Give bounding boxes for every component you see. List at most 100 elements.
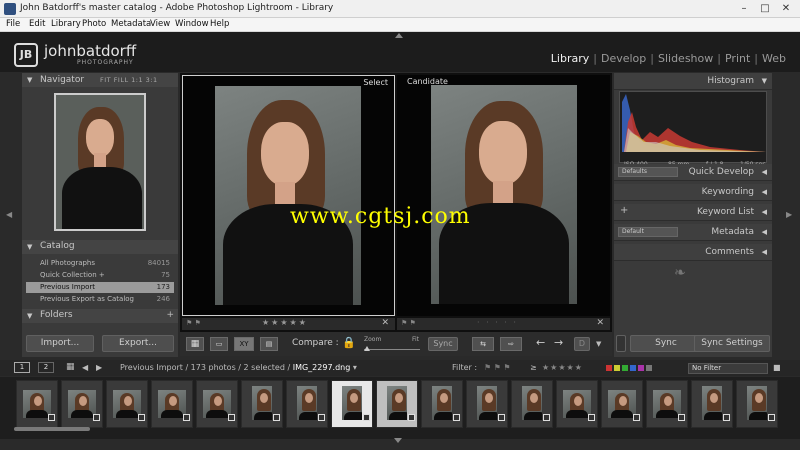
auto-sync-switch[interactable] bbox=[616, 335, 626, 352]
remove-candidate-icon[interactable]: ✕ bbox=[596, 318, 604, 328]
catalog-item[interactable]: Quick Collection + 75 bbox=[26, 270, 174, 281]
sync-zoom-button[interactable]: Sync bbox=[428, 337, 458, 351]
navigator-zoom-options[interactable]: FIT FILL 1:1 3:1 bbox=[100, 76, 158, 84]
filmstrip-thumbnail[interactable] bbox=[421, 380, 463, 428]
toolbar-menu-chevron-icon[interactable]: ▼ bbox=[596, 340, 601, 348]
color-label-filters[interactable] bbox=[606, 364, 652, 373]
compare-view-icon[interactable]: XY bbox=[234, 337, 254, 351]
lock-icon[interactable]: 🔒 bbox=[342, 336, 356, 349]
filmstrip-thumbnail[interactable] bbox=[736, 380, 778, 428]
filter-switch-icon[interactable]: ■ bbox=[773, 363, 781, 372]
sync-settings-button[interactable]: Sync Settings bbox=[694, 335, 770, 352]
comments-header[interactable]: Comments ◀ bbox=[614, 244, 772, 261]
close-window-button[interactable]: ✕ bbox=[776, 2, 796, 16]
module-library[interactable]: Library bbox=[551, 52, 589, 65]
previous-photo-icon[interactable]: ← bbox=[536, 336, 545, 349]
filmstrip-thumbnail[interactable] bbox=[196, 380, 238, 428]
zoom-slider-track[interactable] bbox=[364, 349, 420, 350]
right-panel-toggle-icon[interactable]: ▶ bbox=[786, 210, 792, 219]
secondary-display-button[interactable]: 2 bbox=[38, 362, 54, 373]
select-pane[interactable]: Select bbox=[182, 75, 395, 316]
loupe-view-icon[interactable]: ▭ bbox=[210, 337, 228, 351]
menu-window[interactable]: Window bbox=[175, 19, 209, 29]
catalog-item-selected[interactable]: Previous Import 173 bbox=[26, 282, 174, 293]
minimize-button[interactable]: – bbox=[734, 2, 754, 16]
filter-preset-select[interactable]: No Filter bbox=[688, 363, 768, 374]
filmstrip-thumbnail-selected[interactable] bbox=[376, 380, 418, 428]
survey-view-icon[interactable]: ▤ bbox=[260, 337, 278, 351]
filmstrip-thumbnail[interactable] bbox=[286, 380, 328, 428]
rating-filter-stars[interactable]: ★★★★★ bbox=[542, 363, 583, 372]
menu-help[interactable]: Help bbox=[210, 19, 229, 29]
filmstrip-thumbnail[interactable] bbox=[241, 380, 283, 428]
filmstrip-thumbnail-active[interactable] bbox=[331, 380, 373, 428]
grid-icon[interactable]: ▦ bbox=[66, 362, 75, 372]
back-arrow-icon[interactable]: ◀ bbox=[82, 363, 88, 372]
catalog-item[interactable]: All Photographs 84015 bbox=[26, 258, 174, 269]
folders-header[interactable]: ▼ Folders + bbox=[22, 309, 178, 323]
left-panel-toggle-icon[interactable]: ◀ bbox=[6, 210, 12, 219]
filmstrip-thumbnail[interactable] bbox=[61, 380, 103, 428]
filmstrip-thumbnail[interactable] bbox=[466, 380, 508, 428]
menu-library[interactable]: Library bbox=[51, 19, 81, 29]
navigator-header[interactable]: ▼ Navigator FIT FILL 1:1 3:1 bbox=[22, 73, 178, 87]
filmstrip-thumbnail[interactable] bbox=[691, 380, 733, 428]
filmstrip-thumbnail[interactable] bbox=[601, 380, 643, 428]
navigator-preview[interactable] bbox=[54, 93, 146, 231]
quick-develop-preset[interactable]: Defaults bbox=[618, 167, 678, 177]
filmstrip-source-path[interactable]: Previous Import / 173 photos / 2 selecte… bbox=[120, 363, 357, 372]
filmstrip-thumbnail[interactable] bbox=[106, 380, 148, 428]
menu-edit[interactable]: Edit bbox=[29, 19, 45, 29]
import-button[interactable]: Import... bbox=[26, 335, 94, 352]
filmstrip-thumbnail[interactable] bbox=[556, 380, 598, 428]
quick-develop-header[interactable]: Defaults Quick Develop ◀ bbox=[614, 164, 772, 181]
add-folder-icon[interactable]: + bbox=[166, 310, 174, 320]
filmstrip-thumbnail[interactable] bbox=[16, 380, 58, 428]
candidate-pane[interactable]: Candidate bbox=[397, 75, 610, 316]
grid-view-icon[interactable]: ▦ bbox=[186, 337, 204, 351]
histogram-header[interactable]: Histogram ▼ bbox=[614, 73, 772, 90]
filmstrip-scrollbar[interactable] bbox=[14, 427, 90, 431]
keyword-list-header[interactable]: + Keyword List ◀ bbox=[614, 204, 772, 221]
filmstrip-thumbnail[interactable] bbox=[511, 380, 553, 428]
sync-button[interactable]: Sync bbox=[630, 335, 702, 352]
filmstrip-thumbnail[interactable] bbox=[151, 380, 193, 428]
catalog-item[interactable]: Previous Export as Catalog 246 bbox=[26, 294, 174, 305]
metadata-header[interactable]: Default Metadata ◀ bbox=[614, 224, 772, 241]
collapse-filmstrip-icon[interactable] bbox=[394, 438, 402, 443]
zoom-slider-knob[interactable] bbox=[364, 346, 370, 351]
make-select-icon[interactable]: ⇨ bbox=[500, 337, 522, 351]
module-slideshow[interactable]: Slideshow bbox=[658, 52, 713, 65]
next-photo-icon[interactable]: → bbox=[554, 336, 563, 349]
candidate-rating-stars[interactable]: · · · · · bbox=[477, 318, 518, 327]
filmstrip-thumbnail[interactable] bbox=[646, 380, 688, 428]
candidate-photo[interactable] bbox=[431, 85, 577, 304]
keywording-header[interactable]: Keywording ◀ bbox=[614, 184, 772, 201]
remove-select-icon[interactable]: ✕ bbox=[381, 318, 389, 328]
histogram[interactable]: ISO 400 85 mm f / 1.8 1/50 sec bbox=[619, 91, 767, 168]
flag-icon[interactable]: ⚑ ⚑ bbox=[186, 319, 201, 327]
export-button[interactable]: Export... bbox=[102, 335, 174, 352]
menu-metadata[interactable]: Metadata bbox=[111, 19, 151, 29]
menu-view[interactable]: View bbox=[150, 19, 170, 29]
module-print[interactable]: Print bbox=[725, 52, 750, 65]
select-rating-stars[interactable]: ★★★★★ bbox=[262, 318, 308, 327]
swap-icon[interactable]: ⇆ bbox=[472, 337, 494, 351]
flag-filter-icons[interactable]: ⚑ ⚑ ⚑ bbox=[484, 363, 511, 372]
path-dropdown-icon[interactable]: ▾ bbox=[353, 363, 357, 372]
forward-arrow-icon[interactable]: ▶ bbox=[96, 363, 102, 372]
menu-file[interactable]: File bbox=[6, 19, 20, 29]
menu-photo[interactable]: Photo bbox=[82, 19, 106, 29]
module-develop[interactable]: Develop bbox=[601, 52, 646, 65]
maximize-button[interactable]: □ bbox=[755, 2, 775, 16]
metadata-preset[interactable]: Default bbox=[618, 227, 678, 237]
flag-icon[interactable]: ⚑ ⚑ bbox=[401, 319, 416, 327]
collapse-top-panel-icon[interactable] bbox=[395, 33, 403, 38]
module-web[interactable]: Web bbox=[762, 52, 786, 65]
add-keyword-icon[interactable]: + bbox=[620, 205, 628, 216]
done-button[interactable]: D bbox=[574, 337, 590, 351]
catalog-header[interactable]: ▼ Catalog bbox=[22, 240, 178, 254]
rating-operator[interactable]: ≥ bbox=[530, 363, 537, 372]
select-photo[interactable] bbox=[215, 86, 361, 305]
primary-display-button[interactable]: 1 bbox=[14, 362, 30, 373]
